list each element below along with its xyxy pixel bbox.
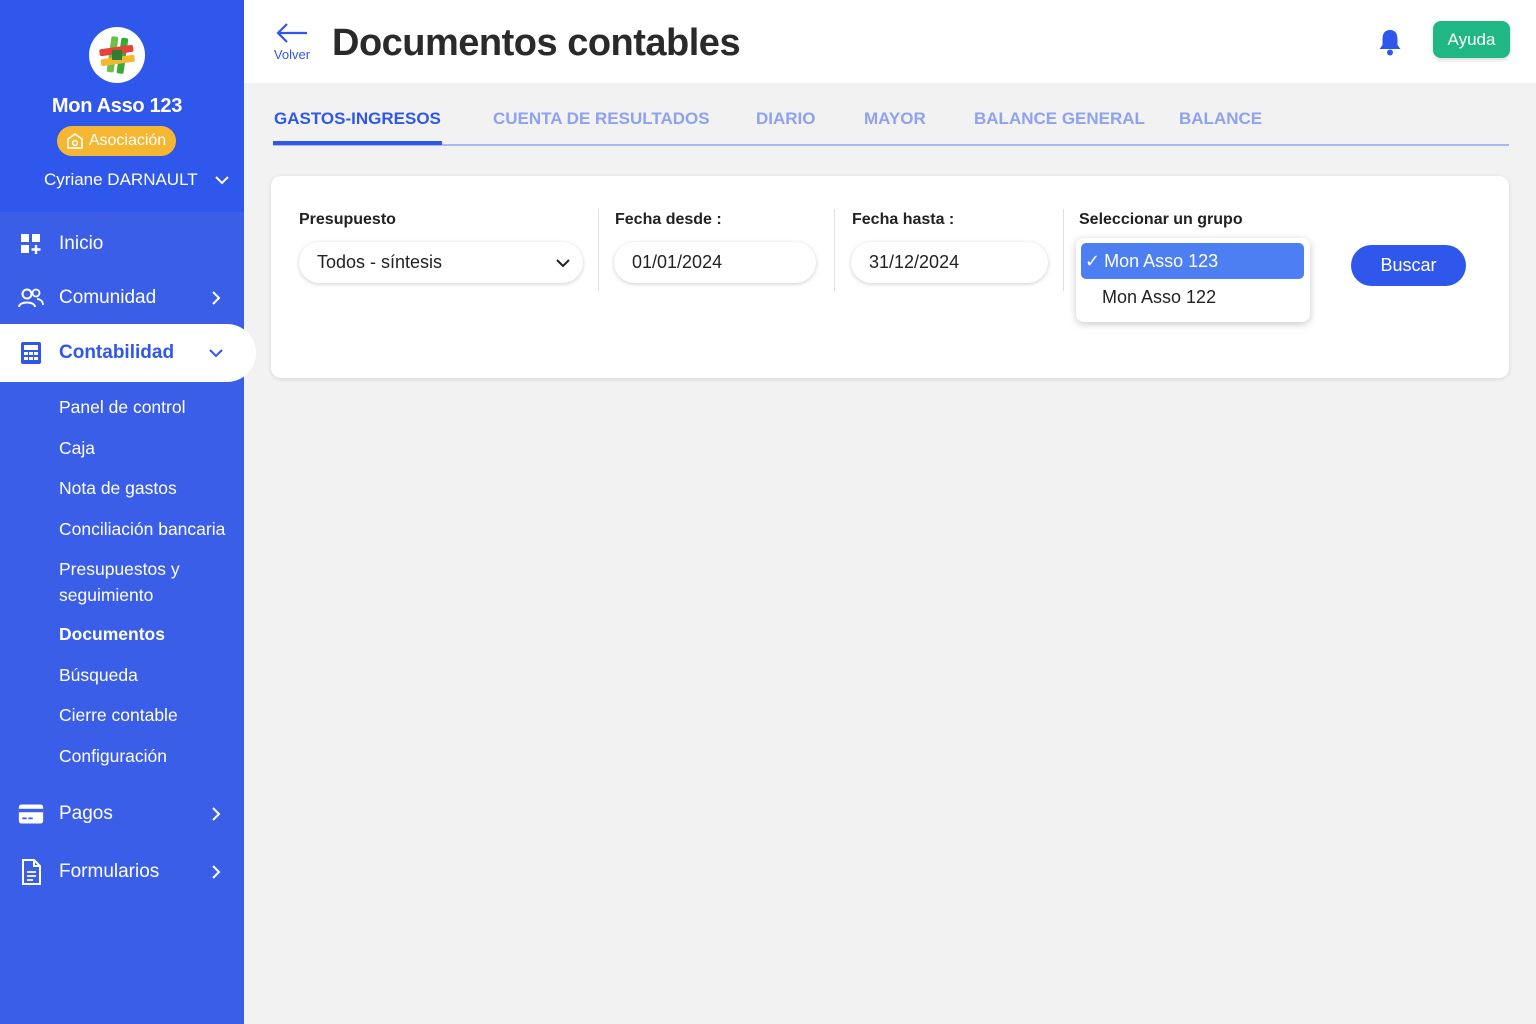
chevron-right-icon: [206, 862, 226, 882]
sidebar-subitem-configuracion[interactable]: Configuración: [59, 743, 167, 769]
sidebar-subitem-caja[interactable]: Caja: [59, 435, 95, 461]
chevron-down-icon: [556, 258, 570, 267]
fecha-hasta-label: Fecha hasta :: [852, 211, 955, 228]
sidebar-subitem-cierre-contable[interactable]: Cierre contable: [59, 702, 178, 728]
user-name: Cyriane DARNAULT: [44, 170, 198, 189]
chevron-down-icon: [215, 176, 229, 185]
sidebar-subitem-busqueda[interactable]: Búsqueda: [59, 662, 138, 688]
calculator-icon: [18, 340, 44, 366]
dashboard-icon: [18, 231, 44, 257]
users-icon: [18, 285, 44, 311]
chevron-right-icon: [206, 804, 226, 824]
tab-diario[interactable]: DIARIO: [756, 109, 816, 129]
sidebar-item-inicio[interactable]: Inicio: [0, 216, 244, 272]
org-name: Mon Asso 123: [51, 95, 183, 117]
page-title: Documentos contables: [332, 22, 741, 64]
sidebar-subitem-documentos[interactable]: Documentos: [59, 621, 165, 647]
sidebar-subitem-panel-de-control[interactable]: Panel de control: [59, 394, 185, 420]
back-button[interactable]: Volver: [272, 22, 312, 62]
bell-icon: [1379, 30, 1401, 56]
chevron-down-icon: [206, 343, 226, 363]
fecha-desde-input[interactable]: 01/01/2024: [614, 242, 816, 283]
page-header: Volver Documentos contables Ayuda: [244, 0, 1536, 83]
sidebar-item-label: Inicio: [59, 233, 104, 254]
tab-mayor[interactable]: MAYOR: [864, 109, 926, 129]
tab-balance[interactable]: BALANCE: [1179, 109, 1262, 129]
org-type-badge: Asociación: [57, 126, 176, 156]
filter-card: Presupuesto Todos - síntesis Fecha desde…: [271, 176, 1509, 378]
grupo-label: Seleccionar un grupo: [1079, 211, 1243, 228]
tab-balance-general[interactable]: BALANCE GENERAL: [974, 109, 1145, 129]
fecha-hasta-input[interactable]: 31/12/2024: [851, 242, 1048, 283]
association-icon: [67, 133, 83, 149]
search-button[interactable]: Buscar: [1351, 245, 1466, 286]
check-icon: ✓: [1085, 250, 1101, 271]
sidebar-header: Mon Asso 123 Asociación Cyriane DARNAULT: [0, 0, 244, 212]
tab-cuenta-de-resultados[interactable]: CUENTA DE RESULTADOS: [493, 109, 710, 129]
document-icon: [18, 859, 44, 885]
sidebar: Mon Asso 123 Asociación Cyriane DARNAULT…: [0, 0, 256, 1024]
org-logo: [89, 27, 145, 83]
tab-gastos-ingresos[interactable]: GASTOS-INGRESOS: [274, 109, 441, 129]
sidebar-item-contabilidad[interactable]: Contabilidad: [0, 324, 256, 382]
user-menu[interactable]: Cyriane DARNAULT: [44, 170, 229, 190]
presupuesto-select[interactable]: Todos - síntesis: [299, 242, 583, 283]
sidebar-item-label: Comunidad: [59, 287, 157, 308]
sidebar-item-comunidad[interactable]: Comunidad: [0, 270, 244, 326]
sidebar-item-label: Formularios: [59, 861, 160, 882]
back-label: Volver: [273, 47, 311, 62]
arrow-left-icon: [276, 23, 307, 43]
fecha-desde-label: Fecha desde :: [615, 211, 722, 228]
grupo-option-label: Mon Asso 123: [1104, 250, 1219, 271]
sidebar-item-pagos[interactable]: Pagos: [0, 786, 244, 842]
presupuesto-label: Presupuesto: [299, 211, 396, 228]
field-divider: [1063, 209, 1064, 291]
grupo-option[interactable]: Mon Asso 122: [1081, 279, 1304, 315]
logo-icon: [99, 36, 135, 74]
grupo-dropdown: ✓ Mon Asso 123 Mon Asso 122: [1076, 238, 1310, 322]
document-tabs: GASTOS-INGRESOS CUENTA DE RESULTADOS DIA…: [273, 106, 1509, 146]
field-divider: [598, 209, 599, 291]
chevron-right-icon: [206, 288, 226, 308]
notifications-button[interactable]: [1378, 28, 1402, 61]
sidebar-item-label: Contabilidad: [59, 342, 175, 363]
sidebar-subitem-presupuestos-cont[interactable]: seguimiento: [59, 582, 153, 608]
grupo-option-selected[interactable]: ✓ Mon Asso 123: [1081, 243, 1304, 279]
presupuesto-value: Todos - síntesis: [317, 252, 443, 272]
sidebar-item-label: Pagos: [59, 803, 113, 824]
help-button[interactable]: Ayuda: [1433, 21, 1510, 58]
active-tab-indicator: [273, 141, 442, 145]
sidebar-item-formularios[interactable]: Formularios: [0, 844, 244, 900]
credit-card-icon: [18, 801, 44, 827]
sidebar-subitem-conciliacion-bancaria[interactable]: Conciliación bancaria: [59, 516, 225, 542]
field-divider: [834, 209, 835, 291]
sidebar-subitem-nota-de-gastos[interactable]: Nota de gastos: [59, 475, 177, 501]
sidebar-subitem-presupuestos[interactable]: Presupuestos y: [59, 556, 180, 582]
badge-label: Asociación: [88, 132, 167, 149]
